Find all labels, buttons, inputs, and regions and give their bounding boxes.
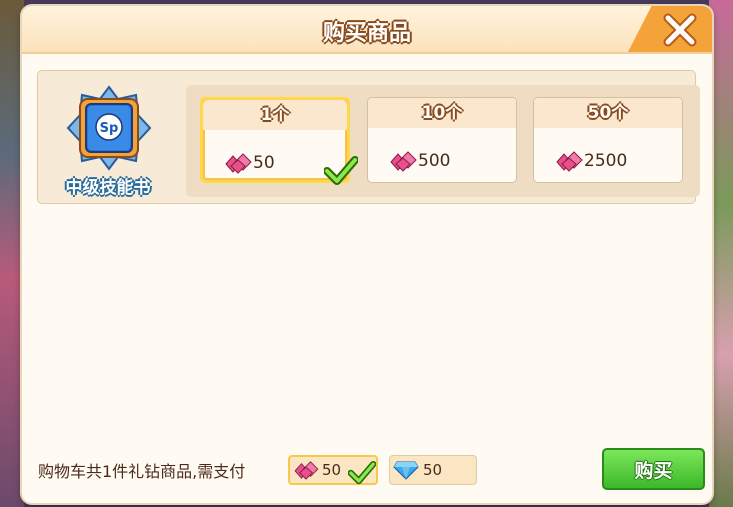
gift-gem-cost: 50 bbox=[322, 461, 342, 479]
pay-diamond-option[interactable]: 50 bbox=[389, 455, 477, 485]
option-quantity: 10个 bbox=[368, 98, 516, 128]
quantity-options: 1个 50 10个 500 50个 2500 bbox=[186, 85, 700, 197]
dialog-title: 购买商品 bbox=[322, 21, 411, 46]
close-icon bbox=[663, 13, 697, 47]
background-right bbox=[709, 0, 733, 507]
gift-gem-icon bbox=[225, 153, 252, 174]
option-price-value: 2500 bbox=[584, 151, 628, 171]
gift-gem-icon bbox=[294, 461, 319, 480]
pay-gift-gem-option[interactable]: 50 bbox=[288, 455, 378, 485]
option-price: 500 bbox=[388, 150, 450, 172]
option-price-value: 50 bbox=[253, 153, 275, 173]
option-50[interactable]: 50个 2500 bbox=[533, 97, 683, 183]
option-10[interactable]: 10个 500 bbox=[367, 97, 517, 183]
purchase-dialog: 购买商品 Sp 中级技能书 1个 50 10个 500 50个 2500 购物车… bbox=[22, 6, 712, 503]
background-left bbox=[0, 0, 24, 507]
option-quantity: 1个 bbox=[203, 100, 347, 130]
item-panel: Sp 中级技能书 1个 50 10个 500 50个 2500 bbox=[37, 70, 700, 204]
skill-book-icon: Sp bbox=[66, 85, 152, 171]
close-button[interactable] bbox=[660, 10, 700, 50]
dialog-titlebar: 购买商品 bbox=[22, 6, 712, 54]
item-name: 中级技能书 bbox=[65, 178, 151, 198]
option-1[interactable]: 1个 50 bbox=[200, 97, 358, 185]
diamond-icon bbox=[393, 461, 419, 480]
check-icon bbox=[324, 156, 358, 185]
buy-button[interactable]: 购买 bbox=[602, 448, 705, 490]
option-price: 2500 bbox=[554, 150, 627, 172]
gift-gem-icon bbox=[556, 151, 583, 172]
skill-book-icon-label: Sp bbox=[100, 121, 119, 136]
option-price: 50 bbox=[223, 152, 275, 174]
check-icon bbox=[348, 461, 376, 485]
cart-summary: 购物车共1件礼钻商品,需支付 bbox=[38, 462, 246, 481]
diamond-cost: 50 bbox=[423, 461, 443, 479]
option-price-value: 500 bbox=[418, 151, 451, 171]
gift-gem-icon bbox=[390, 151, 417, 172]
option-quantity: 50个 bbox=[534, 98, 682, 128]
